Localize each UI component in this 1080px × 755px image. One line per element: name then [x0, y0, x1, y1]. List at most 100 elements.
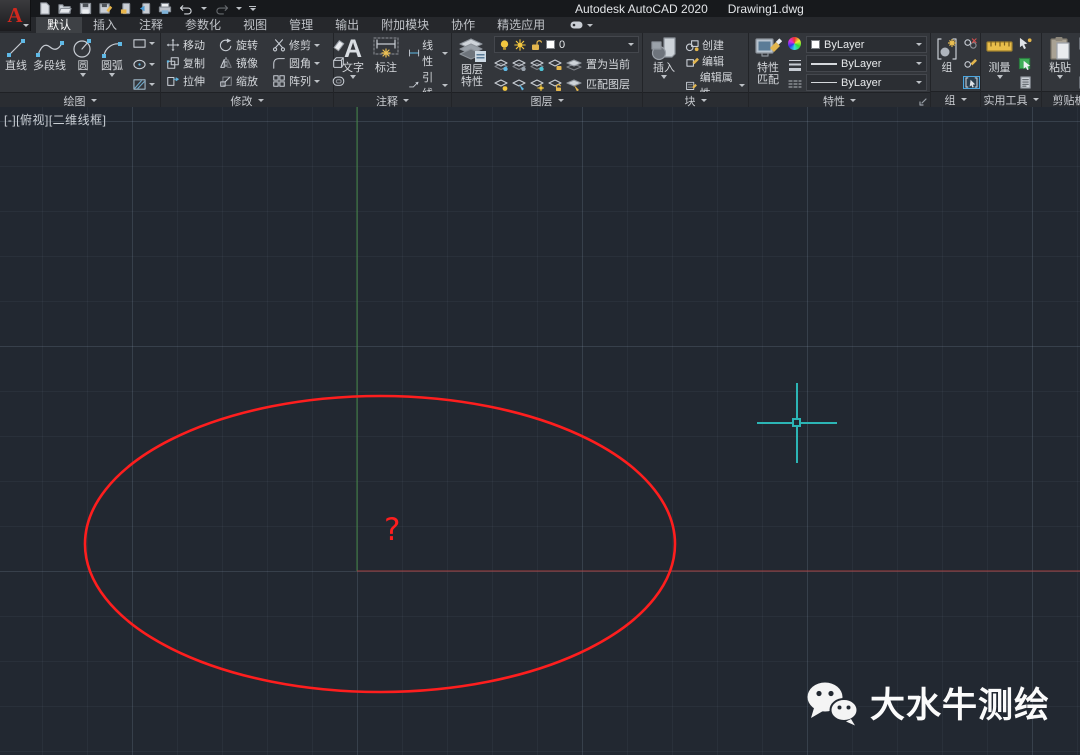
paste-tool[interactable]: 粘贴 — [1046, 35, 1074, 80]
qat-customize-icon[interactable] — [249, 6, 256, 12]
redo-icon[interactable] — [214, 3, 229, 15]
tab-featured-apps[interactable]: 精选应用 — [486, 17, 556, 33]
wechat-icon — [804, 680, 860, 726]
edit-block-tool[interactable]: 编辑 — [685, 53, 745, 69]
rotate-tool[interactable]: 旋转 — [219, 36, 272, 54]
panel-footer-annotate[interactable]: 注释 — [334, 92, 451, 108]
scale-tool[interactable]: 缩放 — [219, 72, 272, 90]
save-as-icon[interactable] — [99, 2, 113, 15]
line-tool[interactable]: 直线 — [3, 35, 29, 73]
drawn-ellipse[interactable] — [85, 396, 675, 692]
measure-tool[interactable]: 测量 — [984, 35, 1015, 80]
mirror-tool[interactable]: 镜像 — [219, 54, 272, 72]
chevron-down-icon[interactable] — [314, 80, 320, 83]
tab-view[interactable]: 视图 — [232, 17, 278, 33]
save-icon[interactable] — [79, 2, 92, 15]
linetype-icon[interactable] — [788, 79, 802, 89]
ribbon-display-toggle[interactable] — [570, 17, 593, 33]
layer-lock-tool-icon[interactable] — [548, 58, 562, 71]
hatch-tool[interactable] — [132, 78, 155, 91]
tab-insert[interactable]: 插入 — [82, 17, 128, 33]
group-tool[interactable]: 组 — [933, 35, 961, 75]
create-block-tool[interactable]: 创建 — [685, 37, 745, 53]
chevron-down-icon[interactable] — [1057, 75, 1063, 79]
layer-tool-icon[interactable] — [512, 58, 526, 71]
chevron-down-icon[interactable] — [661, 75, 667, 79]
chevron-down-icon[interactable] — [314, 44, 320, 47]
tab-annotate[interactable]: 注释 — [128, 17, 174, 33]
object-color-combo[interactable]: ByLayer — [806, 36, 927, 53]
move-tool[interactable]: 移动 — [166, 36, 219, 54]
tab-output[interactable]: 输出 — [324, 17, 370, 33]
panel-footer-group[interactable]: 组 — [931, 91, 980, 107]
group-selection-toggle[interactable] — [963, 76, 980, 89]
array-tool[interactable]: 阵列 — [272, 72, 331, 90]
dimension-tool[interactable]: 标注 — [370, 35, 402, 75]
chevron-down-icon[interactable] — [109, 73, 115, 77]
quick-select-icon[interactable] — [1018, 37, 1033, 50]
panel-footer-utilities[interactable]: 实用工具 — [981, 91, 1041, 107]
trim-tool[interactable]: 修剪 — [272, 36, 331, 54]
chevron-down-icon[interactable] — [350, 75, 356, 79]
quick-calc-icon[interactable] — [1018, 76, 1033, 89]
insert-block-tool[interactable]: 插入 — [648, 35, 680, 80]
polyline-tool[interactable]: 多段线 — [31, 35, 68, 73]
panel-footer-clipboard[interactable]: 剪贴板 — [1042, 91, 1080, 107]
rectangle-tool[interactable] — [132, 37, 155, 50]
chevron-down-icon[interactable] — [997, 75, 1003, 79]
tab-default[interactable]: 默认 — [36, 17, 82, 33]
edit-group-icon[interactable] — [963, 57, 978, 70]
copy-tool[interactable]: 复制 — [166, 54, 219, 72]
undo-dropdown-icon[interactable] — [201, 7, 207, 10]
redo-dropdown-icon[interactable] — [236, 7, 242, 10]
match-layer-label[interactable]: 匹配图层 — [586, 76, 630, 92]
layer-properties-tool[interactable]: 图层 特性 — [455, 35, 489, 89]
layer-tool-icon[interactable] — [548, 78, 562, 91]
circle-tool[interactable]: 圆 — [70, 35, 96, 78]
save-to-web-mobile-icon[interactable] — [120, 2, 132, 15]
layer-tool-icon[interactable] — [512, 78, 526, 91]
viewport-controls-label[interactable]: [-][俯视][二维线框] — [4, 111, 107, 128]
question-mark-annotation[interactable]: ? — [384, 512, 400, 548]
tab-manage[interactable]: 管理 — [278, 17, 324, 33]
new-file-icon[interactable] — [38, 2, 51, 15]
plot-icon[interactable] — [158, 2, 172, 15]
lineweight-combo[interactable]: ByLayer — [806, 55, 927, 72]
chevron-down-icon[interactable] — [80, 73, 86, 77]
set-current-label[interactable]: 置为当前 — [586, 56, 630, 72]
panel-footer-draw[interactable]: 绘图 — [0, 92, 160, 108]
layer-tool-icon[interactable] — [494, 78, 508, 91]
chevron-down-icon[interactable] — [314, 62, 320, 65]
set-current-layer-icon[interactable] — [566, 58, 582, 71]
layer-tool-icon[interactable] — [530, 58, 544, 71]
tab-addins[interactable]: 附加模块 — [370, 17, 440, 33]
app-logo[interactable]: A — [0, 0, 31, 31]
panel-footer-properties[interactable]: 特性 — [749, 92, 930, 108]
fillet-tool[interactable]: 圆角 — [272, 54, 331, 72]
linetype-combo[interactable]: ByLayer — [806, 74, 927, 91]
panel-footer-modify[interactable]: 修改 — [161, 92, 333, 108]
color-wheel-icon[interactable] — [788, 37, 801, 50]
stretch-tool[interactable]: 拉伸 — [166, 72, 219, 90]
select-all-icon[interactable] — [1018, 57, 1033, 70]
tab-collaborate[interactable]: 协作 — [440, 17, 486, 33]
drawing-canvas[interactable]: [-][俯视][二维线框] ? 大水牛测绘 — [0, 107, 1080, 755]
open-file-icon[interactable] — [58, 2, 72, 15]
panel-footer-block[interactable]: 块 — [643, 92, 748, 108]
open-from-web-mobile-icon[interactable] — [139, 2, 151, 15]
lineweight-icon[interactable] — [788, 59, 802, 71]
panel-expander-icon[interactable] — [919, 98, 927, 106]
panel-footer-layers[interactable]: 图层 — [452, 92, 642, 108]
match-layer-icon[interactable] — [566, 78, 582, 91]
ungroup-icon[interactable] — [963, 37, 978, 50]
layer-select-combo[interactable]: 0 — [494, 36, 639, 53]
layer-tool-icon[interactable] — [494, 58, 508, 71]
layer-tool-icon[interactable] — [530, 78, 544, 91]
text-tool[interactable]: A 文字 — [340, 35, 366, 80]
ellipse-tool[interactable] — [132, 58, 155, 71]
arc-tool[interactable]: 圆弧 — [98, 35, 126, 78]
match-properties-tool[interactable]: 特性 匹配 — [752, 35, 784, 87]
tab-parametric[interactable]: 参数化 — [174, 17, 232, 33]
linear-dim-tool[interactable]: 线性 — [408, 37, 448, 69]
undo-icon[interactable] — [179, 3, 194, 15]
